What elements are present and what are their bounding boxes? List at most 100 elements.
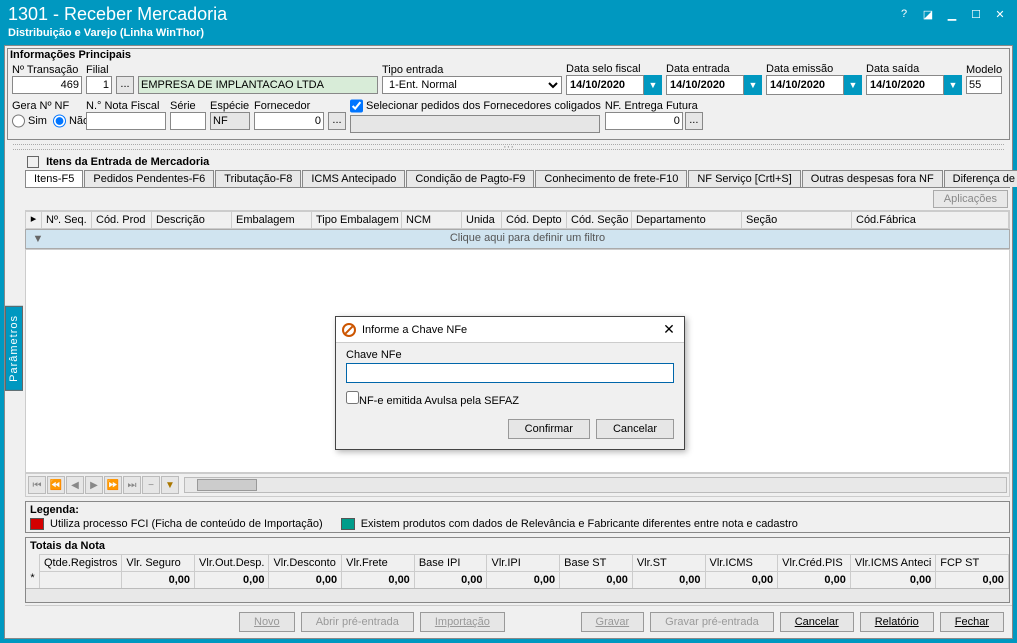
cancelar-button[interactable]: Cancelar <box>780 612 854 632</box>
totais-header[interactable]: Vlr. Seguro <box>122 555 194 572</box>
col-cod-secao[interactable]: Cód. Seção <box>567 212 632 228</box>
data-selo-fiscal-input[interactable] <box>566 75 644 95</box>
totais-header[interactable]: Vlr.ST <box>633 555 705 572</box>
tab-diferenca[interactable]: Diferença de <box>944 170 1017 187</box>
nav-prev-page-icon[interactable]: ⏪ <box>47 476 65 494</box>
col-cod-fabrica[interactable]: Cód.Fábrica <box>852 212 1009 228</box>
data-saida-drop-icon[interactable]: ▼ <box>944 75 962 95</box>
gera-nf-nao-radio[interactable]: Não <box>53 112 89 130</box>
totais-header[interactable]: FCP ST <box>936 555 1008 572</box>
totais-header[interactable]: Vlr.Desconto <box>269 555 341 572</box>
filial-lookup-button[interactable]: ... <box>116 76 134 94</box>
col-unida[interactable]: Unida <box>462 212 502 228</box>
tipo-entrada-label: Tipo entrada <box>382 64 562 76</box>
filter-row[interactable]: ▼ Clique aqui para definir um filtro <box>25 229 1010 249</box>
nav-last-icon[interactable]: ⏭ <box>123 476 141 494</box>
aplicacoes-button[interactable]: Aplicações <box>933 190 1008 208</box>
fornecedor-lookup-button[interactable]: ... <box>328 112 346 130</box>
totais-header[interactable]: Base ST <box>560 555 632 572</box>
chave-nfe-input[interactable] <box>346 363 674 383</box>
totais-group: Totais da Nota * Qtde.RegistrosVlr. Segu… <box>25 537 1010 603</box>
data-saida-input[interactable] <box>866 75 944 95</box>
col-ncm[interactable]: NCM <box>402 212 462 228</box>
tab-pedidos-pendentes[interactable]: Pedidos Pendentes-F6 <box>84 170 214 187</box>
data-entrada-input[interactable] <box>666 75 744 95</box>
nf-entrega-futura-lookup-button[interactable]: ... <box>685 112 703 130</box>
col-departamento[interactable]: Departamento <box>632 212 742 228</box>
col-embalagem[interactable]: Embalagem <box>232 212 312 228</box>
abrir-pre-entrada-button[interactable]: Abrir pré-entrada <box>301 612 414 632</box>
gravar-button[interactable]: Gravar <box>581 612 645 632</box>
especie-input[interactable] <box>210 112 250 130</box>
data-emissao-input[interactable] <box>766 75 844 95</box>
especie-label: Espécie <box>210 100 250 112</box>
tab-icms-antecipado[interactable]: ICMS Antecipado <box>302 170 405 187</box>
modal-confirmar-button[interactable]: Confirmar <box>508 419 590 439</box>
totais-header[interactable]: Vlr.Out.Desp. <box>195 555 268 572</box>
totais-col: Base ST0,00 <box>560 555 633 588</box>
modelo-input[interactable] <box>966 76 1002 94</box>
nav-next-page-icon[interactable]: ⏩ <box>104 476 122 494</box>
totais-hscroll[interactable] <box>26 588 1009 602</box>
serie-input[interactable] <box>170 112 206 130</box>
nav-prev-icon[interactable]: ◀ <box>66 476 84 494</box>
col-descricao[interactable]: Descrição <box>152 212 232 228</box>
relatorio-button[interactable]: Relatório <box>860 612 934 632</box>
gravar-pre-entrada-button[interactable]: Gravar pré-entrada <box>650 612 774 632</box>
selecionar-coligados-check[interactable]: Selecionar pedidos dos Fornecedores coli… <box>350 97 601 115</box>
col-secao[interactable]: Seção <box>742 212 852 228</box>
fornecedor-input[interactable] <box>254 112 324 130</box>
totais-header[interactable]: Vlr.ICMS <box>706 555 778 572</box>
grid-hscroll[interactable] <box>184 477 1007 493</box>
nf-entrega-futura-input[interactable] <box>605 112 683 130</box>
detach-icon[interactable] <box>27 156 39 168</box>
help-icon[interactable]: ? <box>895 8 913 21</box>
legenda-title: Legenda: <box>30 504 1005 516</box>
tab-nf-servico[interactable]: NF Serviço [Crtl+S] <box>688 170 800 187</box>
importacao-button[interactable]: Importação <box>420 612 505 632</box>
tab-itens[interactable]: Itens-F5 <box>25 170 83 187</box>
totais-header[interactable]: Vlr.ICMS Anteci <box>851 555 935 572</box>
totais-value: 0,00 <box>269 572 341 588</box>
tab-tributacao[interactable]: Tributação-F8 <box>215 170 301 187</box>
section-separator[interactable] <box>13 144 1004 150</box>
totais-header[interactable]: Vlr.Frete <box>342 555 414 572</box>
modal-cancelar-button[interactable]: Cancelar <box>596 419 674 439</box>
fornecedor-nome-input[interactable] <box>350 115 600 133</box>
nav-delete-icon[interactable]: − <box>142 476 160 494</box>
totais-header[interactable]: Vlr.IPI <box>487 555 559 572</box>
data-selo-fiscal-drop-icon[interactable]: ▼ <box>644 75 662 95</box>
novo-button[interactable]: Novo <box>239 612 295 632</box>
col-cod-depto[interactable]: Cód. Depto <box>502 212 567 228</box>
nav-filter-icon[interactable]: ▼ <box>161 476 179 494</box>
tipo-entrada-select[interactable]: 1-Ent. Normal <box>382 76 562 94</box>
minimize-icon[interactable]: ▁ <box>943 8 961 21</box>
data-emissao-drop-icon[interactable]: ▼ <box>844 75 862 95</box>
num-transacao-input[interactable] <box>12 76 82 94</box>
edit-icon[interactable]: ◪ <box>919 8 937 21</box>
nfe-avulsa-check[interactable]: NF-e emitida Avulsa pela SEFAZ <box>346 391 519 407</box>
col-cod-prod[interactable]: Cód. Prod <box>92 212 152 228</box>
close-icon[interactable]: ✕ <box>991 8 1009 21</box>
col-num-seq[interactable]: Nº. Seq. <box>42 212 92 228</box>
totais-header[interactable]: Qtde.Registros <box>40 555 121 572</box>
nav-next-icon[interactable]: ▶ <box>85 476 103 494</box>
totais-header[interactable]: Vlr.Créd.PIS <box>778 555 850 572</box>
totais-value: 0,00 <box>633 572 705 588</box>
parametros-side-tab[interactable]: Parâmetros <box>5 306 23 391</box>
nav-first-icon[interactable]: ⏮ <box>28 476 46 494</box>
col-tipo-embalagem[interactable]: Tipo Embalagem <box>312 212 402 228</box>
tab-conhecimento-frete[interactable]: Conhecimento de frete-F10 <box>535 170 687 187</box>
fechar-button[interactable]: Fechar <box>940 612 1004 632</box>
maximize-icon[interactable]: ☐ <box>967 8 985 21</box>
gera-nf-sim-radio[interactable]: Sim <box>12 112 47 130</box>
filial-input[interactable] <box>86 76 112 94</box>
tab-condicao-pagto[interactable]: Condição de Pagto-F9 <box>406 170 534 187</box>
filial-nome-input[interactable] <box>138 76 378 94</box>
totais-header[interactable]: Base IPI <box>415 555 487 572</box>
tab-outras-despesas[interactable]: Outras despesas fora NF <box>802 170 943 187</box>
modal-close-icon[interactable]: ✕ <box>660 321 678 338</box>
data-entrada-drop-icon[interactable]: ▼ <box>744 75 762 95</box>
num-nota-fiscal-input[interactable] <box>86 112 166 130</box>
totais-col: Vlr.ICMS Anteci0,00 <box>851 555 936 588</box>
